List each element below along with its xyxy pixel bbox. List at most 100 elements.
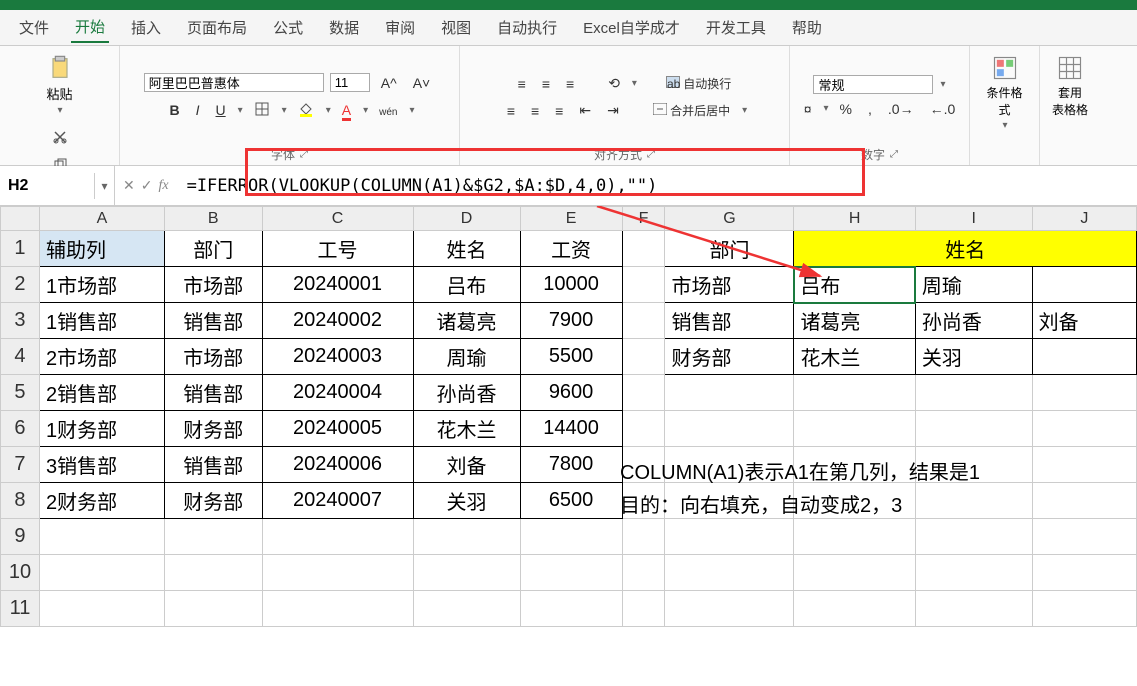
cell-I11[interactable] [915, 591, 1032, 627]
col-header-J[interactable]: J [1032, 207, 1136, 231]
cell-B8[interactable]: 财务部 [164, 483, 262, 519]
cell-A7[interactable]: 3销售部 [39, 447, 164, 483]
col-header-B[interactable]: B [164, 207, 262, 231]
cell-I5[interactable] [915, 375, 1032, 411]
row-header-11[interactable]: 11 [1, 591, 40, 627]
cell-B2[interactable]: 市场部 [164, 267, 262, 303]
tab-审阅[interactable]: 审阅 [381, 13, 419, 42]
cell-F6[interactable] [622, 411, 665, 447]
row-header-7[interactable]: 7 [1, 447, 40, 483]
cell-J11[interactable] [1032, 591, 1136, 627]
currency-button[interactable]: ¤ [799, 98, 817, 120]
percent-button[interactable]: % [835, 98, 857, 120]
cell-D1[interactable]: 姓名 [413, 231, 520, 267]
indent-inc-button[interactable]: ⇥ [602, 99, 624, 122]
col-header-C[interactable]: C [262, 207, 413, 231]
cell-B10[interactable] [164, 555, 262, 591]
comma-button[interactable]: , [863, 98, 877, 120]
cell-E5[interactable]: 9600 [520, 375, 622, 411]
fill-color-button[interactable] [293, 98, 319, 123]
align-left-button[interactable]: ≡ [502, 100, 520, 122]
cell-I9[interactable] [915, 519, 1032, 555]
cell-A3[interactable]: 1销售部 [39, 303, 164, 339]
borders-button[interactable] [249, 98, 275, 123]
row-header-6[interactable]: 6 [1, 411, 40, 447]
cell-H11[interactable] [794, 591, 915, 627]
tab-页面布局[interactable]: 页面布局 [183, 13, 251, 42]
align-center-button[interactable]: ≡ [526, 100, 544, 122]
tab-Excel自学成才[interactable]: Excel自学成才 [579, 13, 684, 42]
worksheet-grid[interactable]: ABCDEFGHIJ1辅助列部门工号姓名工资部门姓名21市场部市场部202400… [0, 206, 1137, 686]
cell-I4[interactable]: 关羽 [915, 339, 1032, 375]
row-header-3[interactable]: 3 [1, 303, 40, 339]
dec-decimal-button[interactable]: ←.0 [925, 98, 961, 120]
cell-F2[interactable] [622, 267, 665, 303]
cell-G3[interactable]: 销售部 [665, 303, 794, 339]
cell-E10[interactable] [520, 555, 622, 591]
cell-B3[interactable]: 销售部 [164, 303, 262, 339]
cell-J10[interactable] [1032, 555, 1136, 591]
cell-H6[interactable] [794, 411, 915, 447]
cell-J3[interactable]: 刘备 [1032, 303, 1136, 339]
cell-D8[interactable]: 关羽 [413, 483, 520, 519]
cell-A2[interactable]: 1市场部 [39, 267, 164, 303]
cell-C9[interactable] [262, 519, 413, 555]
font-family-select[interactable] [144, 73, 324, 92]
name-box[interactable] [0, 173, 95, 199]
cell-B1[interactable]: 部门 [164, 231, 262, 267]
cell-F5[interactable] [622, 375, 665, 411]
col-header-I[interactable]: I [915, 207, 1032, 231]
col-header-D[interactable]: D [413, 207, 520, 231]
select-all-corner[interactable] [1, 207, 40, 231]
cancel-formula-icon[interactable]: ✕ [123, 177, 135, 194]
cell-E3[interactable]: 7900 [520, 303, 622, 339]
cell-D7[interactable]: 刘备 [413, 447, 520, 483]
cell-H10[interactable] [794, 555, 915, 591]
inc-decimal-button[interactable]: .0→ [883, 98, 919, 120]
tab-视图[interactable]: 视图 [437, 13, 475, 42]
tab-开始[interactable]: 开始 [71, 12, 109, 43]
cell-G1[interactable]: 部门 [665, 231, 794, 267]
row-header-1[interactable]: 1 [1, 231, 40, 267]
row-header-10[interactable]: 10 [1, 555, 40, 591]
name-box-dropdown[interactable]: ▾ [95, 166, 115, 205]
cell-C2[interactable]: 20240001 [262, 267, 413, 303]
increase-font-button[interactable]: A^ [376, 72, 402, 94]
cell-A10[interactable] [39, 555, 164, 591]
row-header-2[interactable]: 2 [1, 267, 40, 303]
cell-F11[interactable] [622, 591, 665, 627]
cell-A5[interactable]: 2销售部 [39, 375, 164, 411]
cell-H2[interactable]: 吕布 [794, 267, 915, 303]
decrease-font-button[interactable]: A˅ [408, 72, 436, 94]
col-header-F[interactable]: F [622, 207, 665, 231]
cell-E4[interactable]: 5500 [520, 339, 622, 375]
cell-G5[interactable] [665, 375, 794, 411]
cell-C7[interactable]: 20240006 [262, 447, 413, 483]
cell-A4[interactable]: 2市场部 [39, 339, 164, 375]
cell-J2[interactable] [1032, 267, 1136, 303]
bold-button[interactable]: B [165, 99, 185, 121]
phonetic-button[interactable]: wén [374, 99, 402, 121]
cell-H1[interactable]: 姓名 [794, 231, 1137, 267]
cell-H3[interactable]: 诸葛亮 [794, 303, 915, 339]
cell-G11[interactable] [665, 591, 794, 627]
cell-G9[interactable] [665, 519, 794, 555]
cut-button[interactable] [47, 126, 73, 151]
format-table-button[interactable]: 套用 表格格 [1046, 50, 1094, 122]
number-format-select[interactable] [813, 75, 933, 94]
align-mid-button[interactable]: ≡ [537, 73, 555, 95]
cell-E9[interactable] [520, 519, 622, 555]
underline-button[interactable]: U [211, 99, 231, 121]
cell-D9[interactable] [413, 519, 520, 555]
cell-E11[interactable] [520, 591, 622, 627]
cell-B7[interactable]: 销售部 [164, 447, 262, 483]
cell-A1[interactable]: 辅助列 [39, 231, 164, 267]
cell-G6[interactable] [665, 411, 794, 447]
cell-E8[interactable]: 6500 [520, 483, 622, 519]
tab-文件[interactable]: 文件 [15, 13, 53, 42]
cell-D11[interactable] [413, 591, 520, 627]
tab-帮助[interactable]: 帮助 [788, 13, 826, 42]
cell-A11[interactable] [39, 591, 164, 627]
fx-button[interactable]: fx [158, 178, 168, 194]
cell-C5[interactable]: 20240004 [262, 375, 413, 411]
